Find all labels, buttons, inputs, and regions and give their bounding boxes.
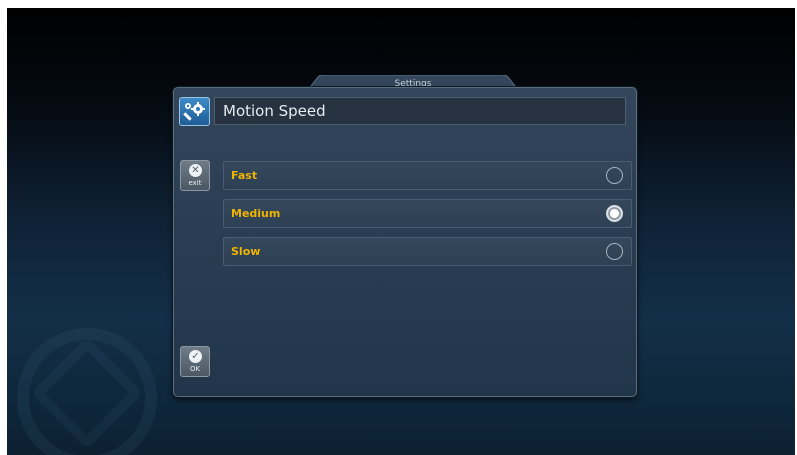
exit-button-label: exit <box>188 179 202 187</box>
settings-panel: Motion Speed ✕ exit Fast Medium Slow ✓ O… <box>173 87 637 397</box>
option-label: Slow <box>231 245 261 258</box>
check-circle-icon: ✓ <box>189 350 202 363</box>
radio-button-medium[interactable] <box>606 205 623 222</box>
option-medium[interactable]: Medium <box>223 199 632 228</box>
exit-button[interactable]: ✕ exit <box>180 160 210 191</box>
radio-button-slow[interactable] <box>606 243 623 260</box>
option-label: Fast <box>231 169 258 182</box>
option-fast[interactable]: Fast <box>223 161 632 190</box>
option-slow[interactable]: Slow <box>223 237 632 266</box>
option-label: Medium <box>231 207 281 220</box>
dialog-title: Motion Speed <box>223 102 326 120</box>
title-bar: Motion Speed <box>214 97 626 125</box>
close-circle-icon: ✕ <box>189 164 202 177</box>
radio-button-fast[interactable] <box>606 167 623 184</box>
ok-button[interactable]: ✓ OK <box>180 346 210 377</box>
wrench-gear-icon <box>179 97 210 126</box>
ok-button-label: OK <box>189 365 201 373</box>
app-screen: Settings Motion Speed ✕ exit Fast Medium… <box>7 8 795 455</box>
